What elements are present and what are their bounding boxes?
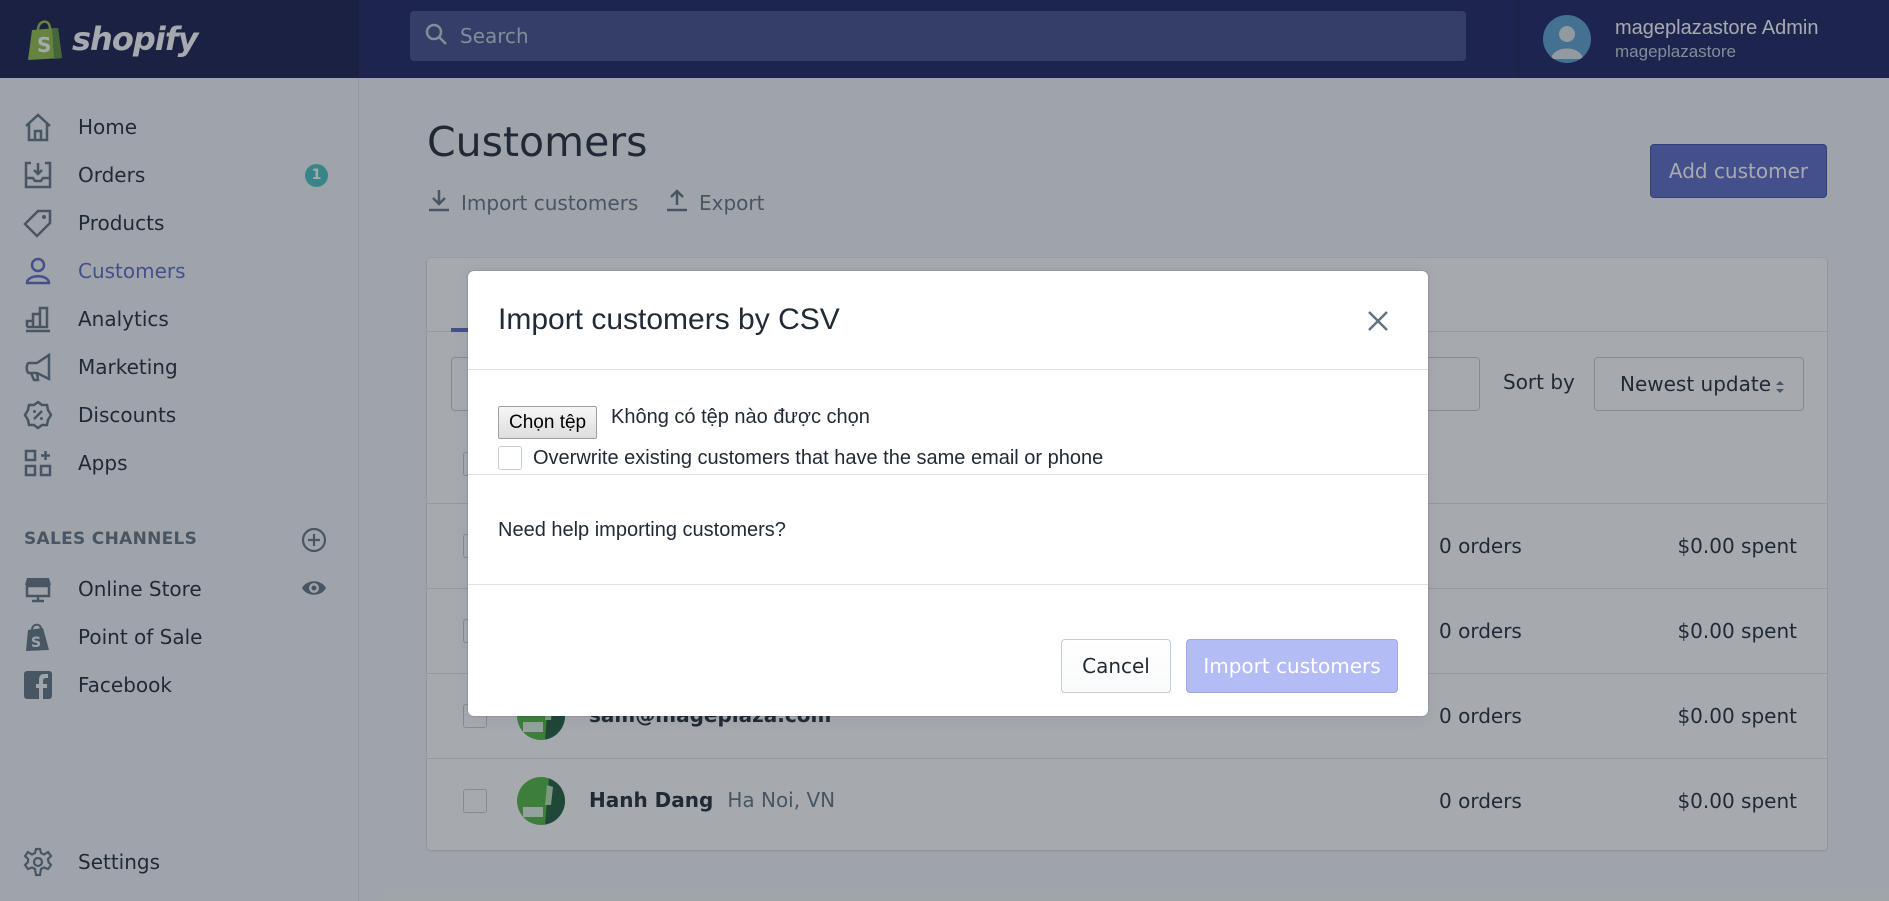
overwrite-checkbox[interactable] bbox=[498, 446, 522, 470]
cancel-button[interactable]: Cancel bbox=[1061, 639, 1171, 693]
choose-file-button[interactable]: Chọn tệp bbox=[498, 406, 598, 439]
import-customers-button[interactable]: Import customers bbox=[1186, 639, 1398, 693]
modal-title: Import customers by CSV bbox=[498, 303, 840, 336]
modal-help-section: Need help importing customers? bbox=[468, 476, 1428, 585]
modal-header: Import customers by CSV bbox=[468, 271, 1428, 370]
help-text: Need help importing customers? bbox=[498, 519, 786, 541]
file-status: Không có tệp nào được chọn bbox=[611, 406, 870, 428]
overwrite-label[interactable]: Overwrite existing customers that have t… bbox=[533, 447, 1103, 470]
close-icon[interactable] bbox=[1366, 309, 1390, 333]
import-customers-modal: Import customers by CSV Chọn tệp Không c… bbox=[468, 271, 1428, 716]
modal-body: Chọn tệp Không có tệp nào được chọn Over… bbox=[468, 370, 1428, 475]
